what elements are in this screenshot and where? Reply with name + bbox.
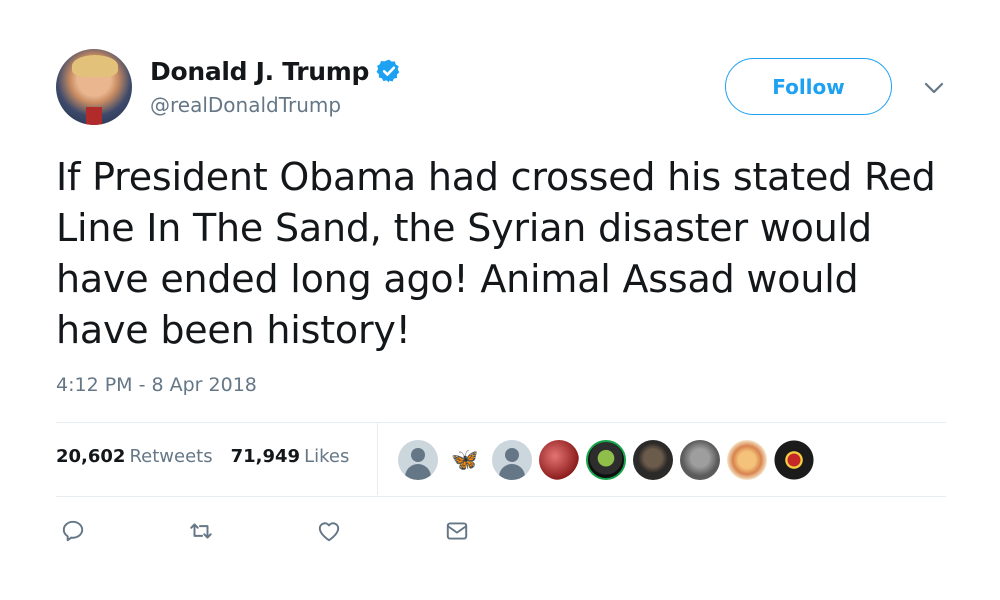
- likes-label: Likes: [304, 446, 350, 467]
- envelope-icon: [446, 522, 468, 540]
- verified-badge-icon: [376, 59, 400, 83]
- liker-avatar[interactable]: [539, 440, 579, 480]
- tweet-stats: 20,602 Retweets 71,949 Likes: [56, 446, 349, 467]
- heart-icon: [318, 522, 340, 542]
- retweet-button[interactable]: [188, 518, 214, 544]
- actions-top-divider: [56, 496, 946, 497]
- retweet-icon: [190, 523, 212, 539]
- stats-top-divider: [56, 422, 946, 423]
- liker-avatars: 🦋: [398, 440, 814, 480]
- retweets-stat[interactable]: 20,602 Retweets: [56, 446, 213, 467]
- direct-message-button[interactable]: [444, 518, 470, 544]
- liker-avatar[interactable]: [586, 440, 626, 480]
- user-handle[interactable]: @realDonaldTrump: [150, 93, 341, 117]
- butterfly-icon: 🦋: [451, 447, 479, 472]
- liker-avatar[interactable]: [774, 440, 814, 480]
- chevron-down-icon[interactable]: [922, 78, 946, 98]
- tweet-card: Donald J. Trump @realDonaldTrump Follow …: [0, 0, 1000, 600]
- liker-avatar[interactable]: [680, 440, 720, 480]
- tweet-timestamp[interactable]: 4:12 PM - 8 Apr 2018: [56, 374, 257, 396]
- like-button[interactable]: [316, 518, 342, 544]
- reply-button[interactable]: [60, 518, 86, 544]
- reply-icon: [62, 520, 84, 542]
- retweets-count: 20,602: [56, 446, 126, 467]
- user-name-line: Donald J. Trump: [150, 54, 402, 88]
- user-name[interactable]: Donald J. Trump: [150, 57, 369, 86]
- follow-button[interactable]: Follow: [725, 58, 892, 115]
- liker-avatar[interactable]: 🦋: [445, 440, 485, 480]
- user-avatar[interactable]: [56, 49, 132, 125]
- stats-vertical-divider: [377, 423, 378, 495]
- likes-stat[interactable]: 71,949 Likes: [231, 446, 350, 467]
- tweet-actions: [60, 518, 470, 544]
- likes-count: 71,949: [230, 446, 301, 467]
- liker-avatar[interactable]: [398, 440, 438, 480]
- tweet-text: If President Obama had crossed his state…: [56, 155, 936, 352]
- liker-avatar[interactable]: [727, 440, 767, 480]
- liker-avatar[interactable]: [492, 440, 532, 480]
- retweets-label: Retweets: [129, 446, 213, 467]
- liker-avatar[interactable]: [633, 440, 673, 480]
